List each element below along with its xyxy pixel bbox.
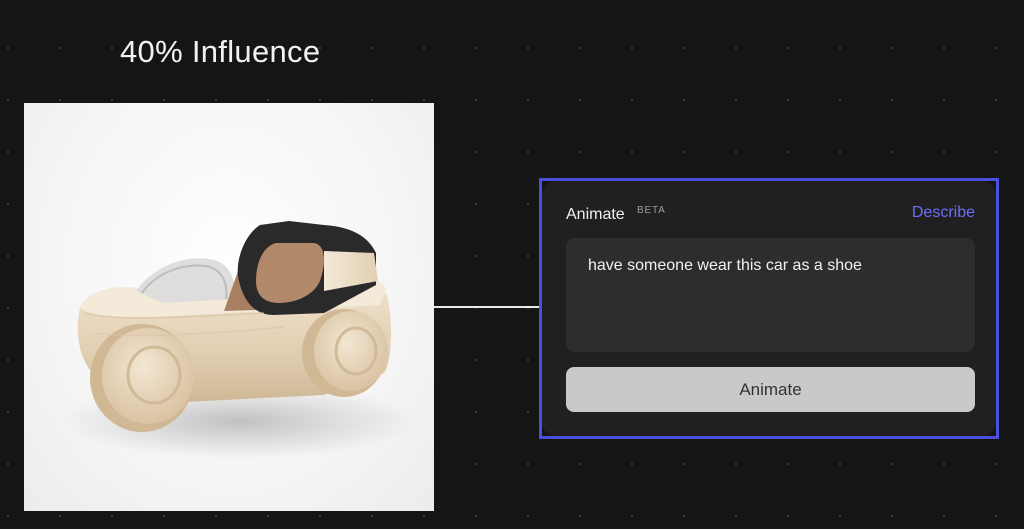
beta-badge: BETA xyxy=(637,205,666,216)
connector-line xyxy=(434,306,541,308)
rear-wheel xyxy=(90,324,194,432)
canvas[interactable]: 40% Influence Animate BETA Describe have… xyxy=(0,0,1024,529)
animate-node[interactable]: Animate BETA Describe have someone wear … xyxy=(542,181,996,436)
prompt-input[interactable]: have someone wear this car as a shoe xyxy=(566,238,975,352)
wooden-car-image xyxy=(64,221,414,459)
describe-link[interactable]: Describe xyxy=(912,204,975,222)
animate-button[interactable]: Animate xyxy=(566,367,975,412)
source-image[interactable] xyxy=(24,103,434,511)
front-wheel xyxy=(302,309,388,397)
animate-node-selection[interactable]: Animate BETA Describe have someone wear … xyxy=(539,178,999,439)
influence-label: 40% Influence xyxy=(120,34,321,69)
node-title: Animate xyxy=(566,206,625,223)
